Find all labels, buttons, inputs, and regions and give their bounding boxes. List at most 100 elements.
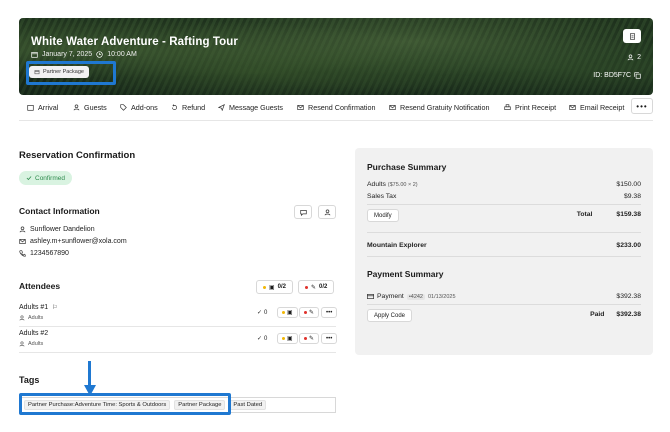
tag-icon — [120, 103, 127, 111]
reservation-title: Reservation Confirmation — [19, 150, 136, 161]
attendee-name-label: Adults #2 — [19, 330, 49, 337]
experience-time: 10:00 AM — [107, 51, 137, 58]
message-guests-action[interactable]: Message Guests — [218, 103, 283, 112]
payment-summary-title: Payment Summary — [367, 269, 444, 279]
status-badge-label: Confirmed — [35, 174, 65, 182]
more-actions-button[interactable]: ••• — [631, 98, 653, 114]
resend-gratuity-label: Resend Gratuity Notification — [400, 102, 490, 112]
summary-divider — [367, 256, 641, 257]
print-receipt-label: Print Receipt — [515, 102, 557, 112]
mail-icon — [297, 104, 304, 110]
arrival-action[interactable]: Arrival — [27, 103, 58, 112]
user-icon — [19, 226, 26, 233]
experience-datetime: January 7, 2025 10:00 AM — [31, 51, 137, 58]
tax-line: Sales Tax $9.38 — [367, 193, 641, 200]
waiver-count: 0/2 — [277, 284, 287, 290]
form-status-chip[interactable]: ✎ 0/2 — [298, 280, 335, 294]
waiver-dot — [282, 337, 285, 340]
refund-icon — [172, 103, 177, 110]
checkin-count-1[interactable]: ✓ 0 — [257, 309, 268, 317]
attendee-form-1[interactable]: ✎ — [299, 307, 320, 318]
check-icon: ✓ — [257, 310, 263, 316]
flag-icon: ⚐ — [52, 305, 58, 311]
attendee-more-2[interactable]: ••• — [321, 333, 338, 344]
guests-label: Guests — [84, 102, 107, 112]
partner-package-highlight — [26, 61, 116, 85]
resend-confirmation-action[interactable]: Resend Confirmation — [297, 103, 376, 112]
tag-item[interactable]: Past Dated — [229, 400, 267, 410]
pencil-icon: ✎ — [311, 284, 317, 291]
booking-id-value: ID: BD5F7C — [593, 72, 631, 79]
edit-booking-button[interactable] — [623, 29, 641, 43]
guests-action[interactable]: Guests — [73, 103, 107, 112]
booking-id[interactable]: ID: BD5F7C — [593, 72, 641, 79]
contact-title: Contact Information — [19, 206, 100, 216]
summary-divider — [367, 304, 641, 305]
guest-count-value: 2 — [637, 54, 641, 61]
contact-phone-row: 1234567890 — [19, 250, 69, 257]
attendee-more-1[interactable]: ••• — [321, 307, 338, 318]
attendee-type-1: Adults — [19, 315, 43, 321]
user-icon — [19, 315, 25, 321]
checkin-count-2[interactable]: ✓ 0 — [257, 335, 267, 343]
purchase-summary-title: Purchase Summary — [367, 162, 447, 172]
apply-code-button[interactable]: Apply Code — [367, 309, 413, 322]
waiver-icon: ▣ — [287, 310, 293, 316]
email-receipt-action[interactable]: Email Receipt — [569, 103, 624, 112]
toolbar-divider — [19, 120, 653, 121]
pencil-icon: ✎ — [309, 336, 315, 342]
checkin-value: 0 — [264, 309, 268, 316]
annotation-arrow-icon — [84, 361, 96, 396]
attendee-name-2[interactable]: Adults #2 — [19, 330, 48, 337]
waiver-dot — [282, 311, 285, 314]
edit-contact-button[interactable] — [318, 205, 336, 219]
credit-card-icon — [367, 294, 374, 299]
total-label: Total — [576, 211, 593, 218]
user-icon — [627, 54, 634, 61]
experience-title: White Water Adventure - Rafting Tour — [31, 36, 238, 48]
addons-label: Add-ons — [131, 102, 158, 112]
pencil-icon: ✎ — [309, 310, 315, 316]
addons-action[interactable]: Add-ons — [120, 103, 158, 112]
attendee-type-label: Adults — [28, 315, 44, 321]
message-guests-label: Message Guests — [229, 102, 283, 112]
partner-label: Mountain Explorer — [367, 242, 427, 249]
row-divider — [19, 326, 336, 327]
row-divider — [19, 352, 336, 353]
phone-icon — [19, 250, 26, 257]
attendee-form-2[interactable]: ✎ — [299, 333, 320, 344]
resend-gratuity-action[interactable]: Resend Gratuity Notification — [389, 103, 490, 112]
contact-phone[interactable]: 1234567890 — [30, 250, 69, 257]
contact-name: Sunflower Dandelion — [30, 226, 95, 233]
experience-date: January 7, 2025 — [42, 51, 93, 58]
message-contact-button[interactable] — [294, 205, 312, 219]
refund-label: Refund — [182, 102, 206, 112]
form-dot — [304, 337, 307, 340]
document-icon — [629, 32, 635, 40]
tags-title: Tags — [19, 375, 40, 385]
summary-divider — [367, 232, 641, 233]
form-dot — [305, 285, 308, 289]
attendee-waiver-1[interactable]: ▣ — [277, 307, 298, 318]
paid-line: Paid $392.38 — [590, 311, 641, 318]
copy-icon[interactable] — [634, 72, 641, 79]
attendee-type-label: Adults — [28, 341, 44, 347]
attendee-waiver-2[interactable]: ▣ — [277, 333, 298, 344]
clock-icon — [96, 51, 103, 58]
adults-label: Adults — [367, 181, 386, 188]
waiver-icon: ▣ — [287, 336, 293, 342]
summary-panel: Purchase Summary Adults ($75.00 × 2) $15… — [355, 148, 653, 355]
attendee-name-1[interactable]: Adults #1 ⚐ — [19, 304, 58, 311]
payment-date: 01/13/2025 — [428, 293, 456, 300]
calendar-icon — [31, 52, 38, 58]
refund-action[interactable]: Refund — [171, 103, 205, 112]
user-icon — [19, 341, 25, 347]
contact-email[interactable]: ashley.m+sunflower@xola.com — [30, 238, 127, 245]
send-icon — [218, 103, 225, 111]
mail-icon — [569, 104, 576, 110]
partner-amount: $233.00 — [616, 242, 641, 249]
payment-label: Payment — [377, 293, 404, 300]
waiver-status-chip[interactable]: ▣ 0/2 — [256, 280, 294, 294]
print-receipt-action[interactable]: Print Receipt — [504, 103, 556, 112]
modify-button[interactable]: Modify — [367, 209, 399, 222]
